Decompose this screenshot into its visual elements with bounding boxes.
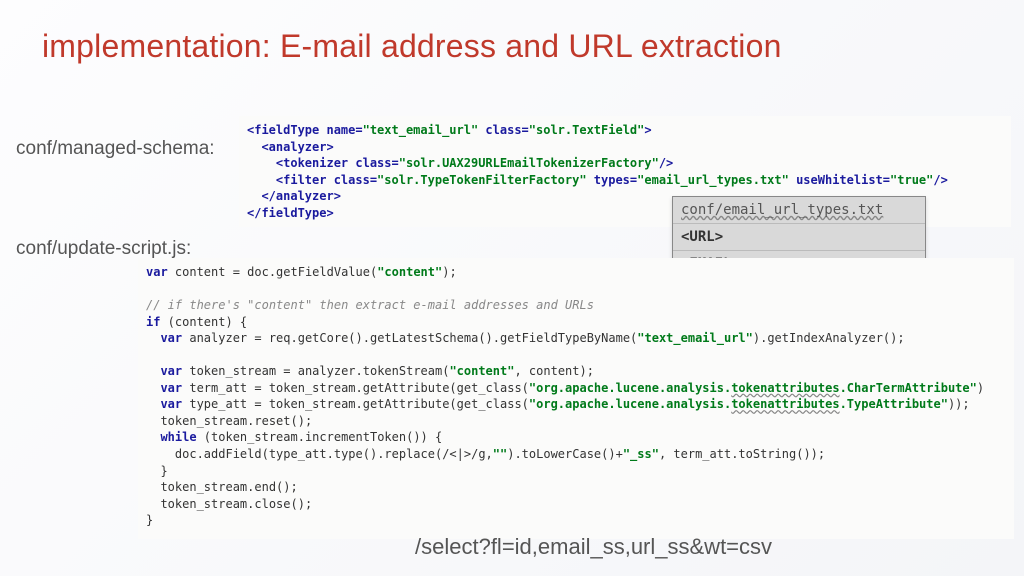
schema-label: conf/managed-schema: (16, 138, 215, 160)
slide-title: implementation: E-mail address and URL e… (42, 28, 782, 65)
types-file-line: <URL> (673, 223, 925, 250)
script-label: conf/update-script.js: (16, 238, 191, 260)
script-code: var content = doc.getFieldValue("content… (138, 258, 1014, 539)
types-file-name: conf/email_url_types.txt (673, 197, 925, 223)
query-string: /select?fl=id,email_ss,url_ss&wt=csv (415, 534, 772, 560)
